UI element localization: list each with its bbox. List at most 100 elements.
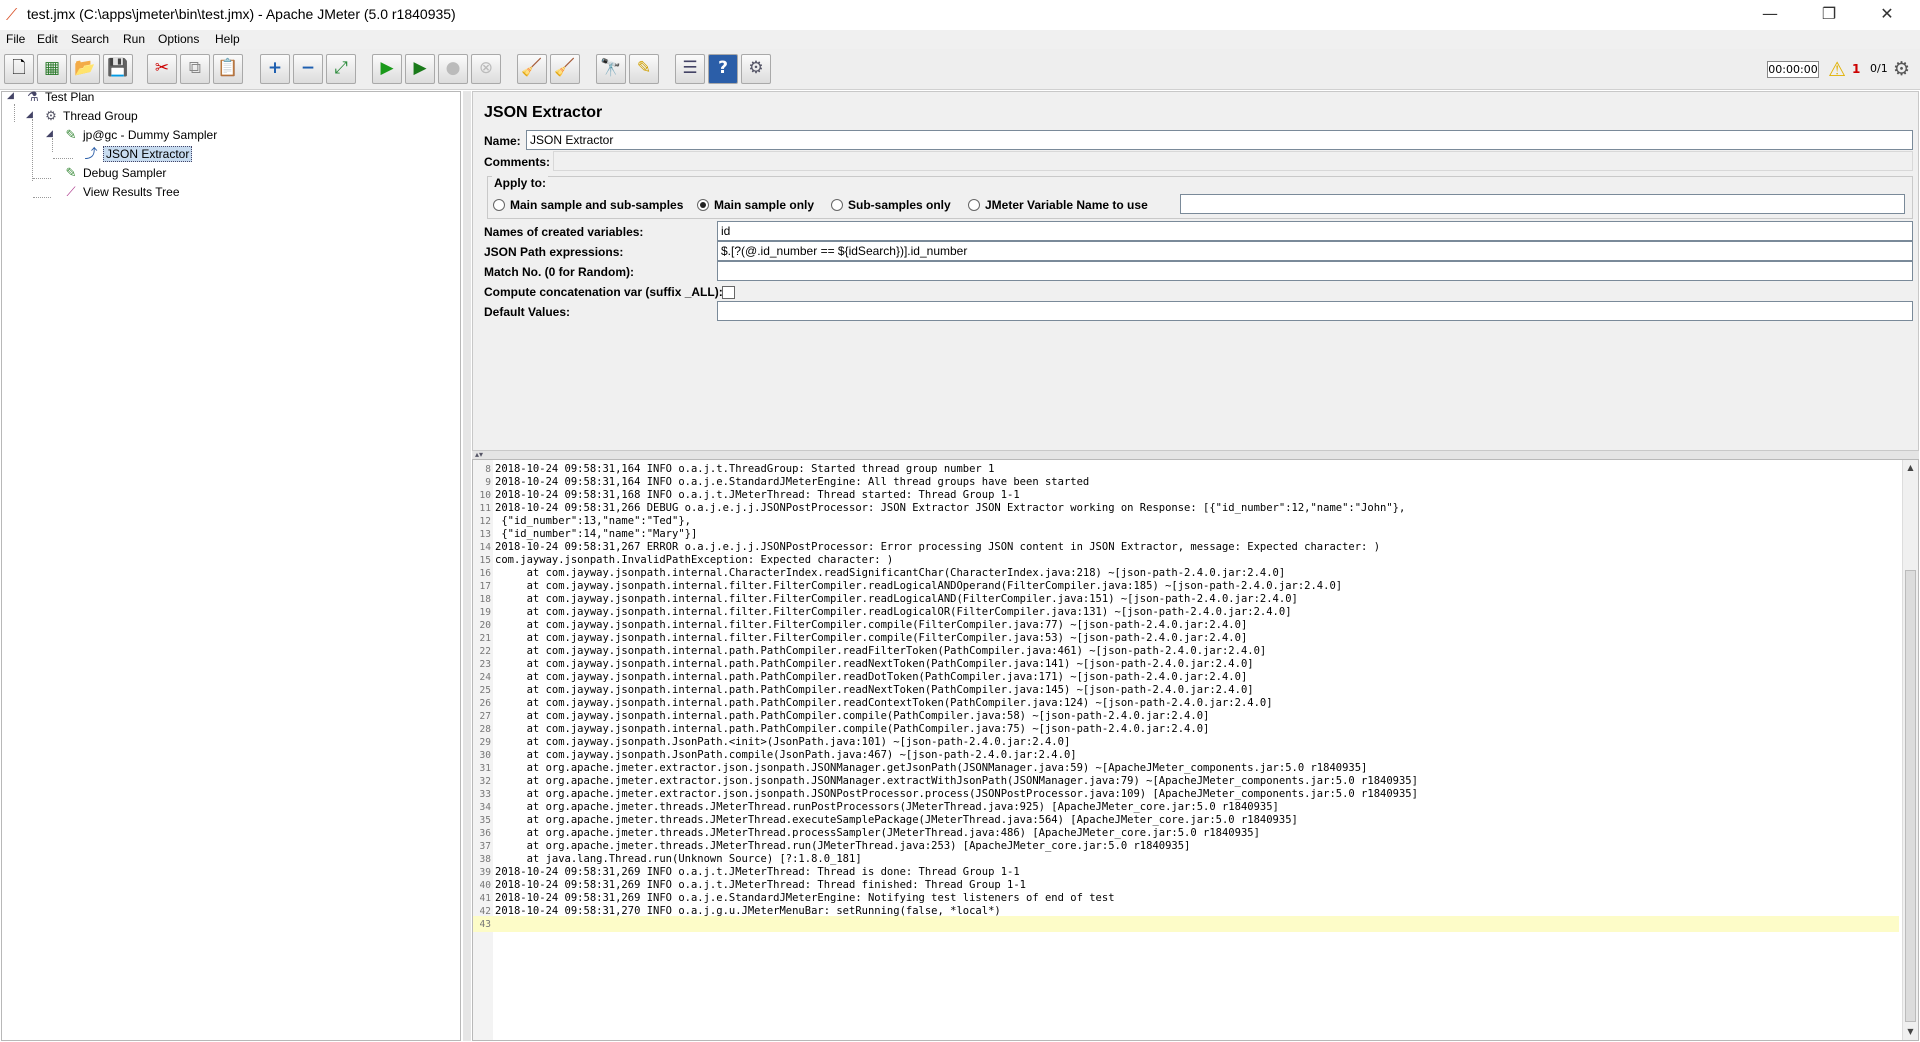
expand-all-button[interactable]: + <box>260 54 290 84</box>
clear-all-icon: 🧹 <box>554 58 576 78</box>
compute-concat-checkbox[interactable] <box>722 286 735 299</box>
panel-title: JSON Extractor <box>484 104 603 121</box>
collapse-toggle-icon[interactable]: ◢ <box>26 110 33 120</box>
jmeter-feather-icon: ⟋ <box>6 5 18 24</box>
search-icon: 🔭 <box>600 58 622 78</box>
gear-icon: ⚙ <box>45 108 57 123</box>
horizontal-splitter[interactable]: ▴▾ <box>472 451 1919 459</box>
start-button[interactable]: ▶ <box>372 54 402 84</box>
function-helper-icon: ☰ <box>682 58 698 78</box>
templates-button[interactable]: ▦ <box>37 54 67 84</box>
match-no-field[interactable] <box>717 261 1913 281</box>
remote-start-button[interactable]: ⚙ <box>741 54 771 84</box>
new-icon: 🗋 <box>12 58 26 78</box>
clear-icon: 🧹 <box>521 58 543 78</box>
save-button[interactable]: 💾 <box>103 54 133 84</box>
jmeter-variable-name-field[interactable] <box>1180 194 1905 214</box>
default-values-field[interactable] <box>717 301 1913 321</box>
copy-button[interactable]: ⧉ <box>180 54 210 84</box>
active-thread-count: 0/1 <box>1870 62 1888 75</box>
stop-button[interactable]: ● <box>438 54 468 84</box>
test-plan-icon: ⚗ <box>27 89 39 104</box>
tree-node-json-extractor[interactable]: ⤴ JSON Extractor <box>83 145 193 162</box>
json-path-label: JSON Path expressions: <box>484 245 624 259</box>
variable-names-label: Names of created variables: <box>484 225 644 239</box>
radio-sub-samples-only[interactable]: Sub-samples only <box>831 198 951 212</box>
cut-button[interactable]: ✂ <box>147 54 177 84</box>
help-button[interactable]: ? <box>708 54 738 84</box>
tree-node-debug-sampler[interactable]: ✎ Debug Sampler <box>63 164 167 181</box>
close-button[interactable]: ✕ <box>1864 0 1910 30</box>
log-line: 43 <box>473 916 1899 932</box>
json-path-field[interactable]: $.[?(@.id_number == ${idSearch})].id_num… <box>717 241 1913 261</box>
clear-button[interactable]: 🧹 <box>517 54 547 84</box>
start-icon: ▶ <box>380 58 394 78</box>
sampler-icon: ✎ <box>65 127 77 142</box>
collapse-all-button[interactable]: − <box>293 54 323 84</box>
remote-icon: ⚙ <box>748 58 764 78</box>
splitter-arrows-icon[interactable]: ▴▾ <box>475 450 483 459</box>
default-values-label: Default Values: <box>484 305 571 319</box>
warning-count[interactable]: 1 <box>1852 62 1860 76</box>
apply-to-group: Apply to: Main sample and sub-samples Ma… <box>487 176 1913 219</box>
collapse-icon: − <box>300 58 316 78</box>
new-button[interactable]: 🗋 <box>4 54 34 84</box>
radio-icon <box>831 199 843 211</box>
open-button[interactable]: 📂 <box>70 54 100 84</box>
collapse-toggle-icon[interactable]: ◢ <box>46 129 53 139</box>
log-scrollbar[interactable]: ▲ ▼ <box>1902 460 1918 1040</box>
extractor-icon: ⤴ <box>84 146 98 161</box>
variable-names-field[interactable]: id <box>717 221 1913 241</box>
function-helper-button[interactable]: ☰ <box>675 54 705 84</box>
radio-selected-icon <box>697 199 709 211</box>
radio-icon <box>493 199 505 211</box>
stop-icon: ● <box>445 58 461 78</box>
menu-edit[interactable]: Edit <box>37 32 58 46</box>
menu-help[interactable]: Help <box>215 32 240 46</box>
vertical-splitter[interactable] <box>463 91 471 1041</box>
menu-file[interactable]: File <box>6 32 25 46</box>
warning-icon[interactable]: ⚠ <box>1828 57 1846 81</box>
save-icon: 💾 <box>107 58 129 78</box>
shutdown-button[interactable]: ⊗ <box>471 54 501 84</box>
help-icon: ? <box>718 58 728 78</box>
menu-run[interactable]: Run <box>123 32 145 46</box>
reset-search-button[interactable]: ✎ <box>629 54 659 84</box>
match-no-label: Match No. (0 for Random): <box>484 265 634 279</box>
tree-node-test-plan[interactable]: ⚗ Test Plan <box>25 88 94 105</box>
reset-search-icon: ✎ <box>636 58 652 78</box>
paste-button[interactable]: 📋 <box>213 54 243 84</box>
window-title: test.jmx (C:\apps\jmeter\bin\test.jmx) -… <box>27 6 456 22</box>
scroll-down-icon[interactable]: ▼ <box>1903 1024 1918 1040</box>
log-viewer[interactable]: 8 2018-10-24 09:58:31,164 INFO o.a.j.t.Th… <box>472 459 1919 1041</box>
start-no-pauses-button[interactable]: ▶ <box>405 54 435 84</box>
collapse-toggle-icon[interactable]: ◢ <box>7 91 14 101</box>
tree-node-view-results-tree[interactable]: ⟋ View Results Tree <box>63 183 179 200</box>
tree-node-dummy-sampler[interactable]: ✎ jp@gc - Dummy Sampler <box>63 126 218 143</box>
comments-field[interactable] <box>553 151 1913 171</box>
radio-main-and-sub-samples[interactable]: Main sample and sub-samples <box>493 198 683 212</box>
scroll-thumb[interactable] <box>1905 570 1916 1022</box>
listener-icon: ⟋ <box>66 184 76 199</box>
name-field[interactable]: JSON Extractor <box>526 130 1913 150</box>
tree-node-thread-group[interactable]: ⚙ Thread Group <box>43 107 138 124</box>
radio-jmeter-variable[interactable]: JMeter Variable Name to use <box>968 198 1148 212</box>
test-plan-tree[interactable]: ◢ ⚗ Test Plan ◢ ⚙ Thread Group ◢ ✎ jp@gc - … <box>1 88 461 1041</box>
paste-icon: 📋 <box>217 58 239 78</box>
apply-to-legend: Apply to: <box>492 176 548 190</box>
menu-search[interactable]: Search <box>71 32 109 46</box>
clear-all-button[interactable]: 🧹 <box>550 54 580 84</box>
json-extractor-panel: JSON Extractor Name: JSON Extractor Comm… <box>472 91 1919 451</box>
maximize-button[interactable]: ❐ <box>1806 0 1852 30</box>
toggle-button[interactable]: ⤢ <box>326 54 356 84</box>
search-button[interactable]: 🔭 <box>596 54 626 84</box>
menu-options[interactable]: Options <box>158 32 199 46</box>
minimize-button[interactable]: — <box>1747 0 1793 30</box>
radio-icon <box>968 199 980 211</box>
radio-main-sample-only[interactable]: Main sample only <box>697 198 814 212</box>
comments-label: Comments: <box>484 155 551 169</box>
toolbar: 🗋 ▦ 📂 💾 ✂ ⧉ 📋 + − ⤢ ▶ ▶ ● ⊗ 🧹 🧹 🔭 ✎ ☰ ? … <box>0 49 1920 90</box>
scroll-up-icon[interactable]: ▲ <box>1903 460 1918 476</box>
compute-concat-label: Compute concatenation var (suffix _ALL): <box>484 285 723 299</box>
expand-icon: + <box>267 58 283 78</box>
